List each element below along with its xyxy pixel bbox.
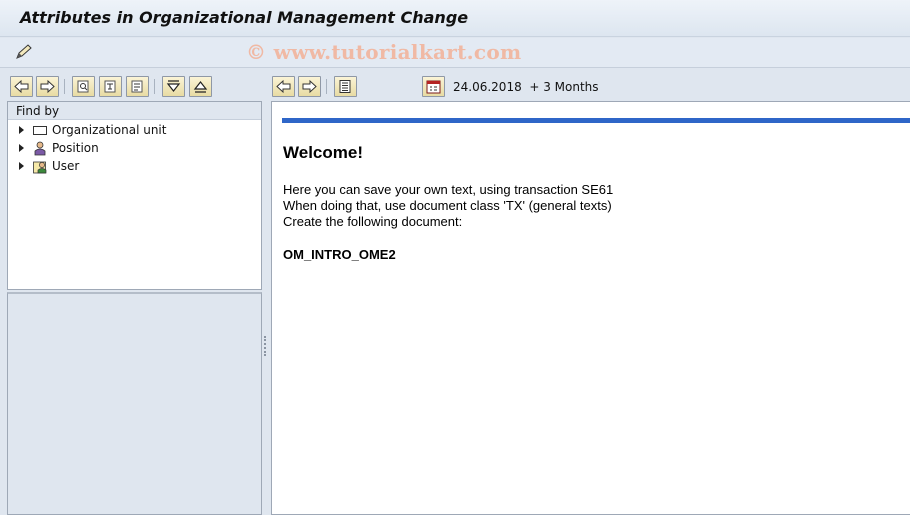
toolbar-separator xyxy=(326,79,327,94)
tree-item-position[interactable]: Position xyxy=(17,140,247,158)
window-title: Attributes in Organizational Management … xyxy=(20,8,469,27)
search-term-icon[interactable] xyxy=(126,76,149,97)
collapse-icon[interactable] xyxy=(189,76,212,97)
find-icon[interactable] xyxy=(72,76,95,97)
splitter-grip[interactable] xyxy=(264,336,267,356)
accent-divider xyxy=(282,118,910,123)
left-pane: Find by Organizational unit Position Use… xyxy=(7,74,262,515)
calendar-icon[interactable] xyxy=(422,76,445,97)
forward-icon[interactable] xyxy=(298,76,321,97)
expand-arrow-icon[interactable] xyxy=(19,144,24,152)
welcome-heading: Welcome! xyxy=(283,143,363,162)
find-by-header: Find by xyxy=(8,102,261,120)
find-by-panel: Find by Organizational unit Position Use… xyxy=(7,101,262,316)
welcome-content: Welcome! Here you can save your own text… xyxy=(271,101,910,515)
document-name: OM_INTRO_OME2 xyxy=(283,247,396,262)
key-date: 24.06.2018 + 3 Months xyxy=(453,80,599,94)
toolbar-separator xyxy=(154,79,155,94)
overview-icon[interactable] xyxy=(334,76,357,97)
title-bar: Attributes in Organizational Management … xyxy=(0,0,910,37)
position-icon xyxy=(32,141,49,156)
left-toolbar xyxy=(7,74,262,100)
right-toolbar: 24.06.2018 + 3 Months xyxy=(270,74,910,100)
find-by-label: Find by xyxy=(16,104,60,118)
tree-item-label: User xyxy=(52,159,80,173)
structure-search-icon[interactable] xyxy=(99,76,122,97)
right-pane: 24.06.2018 + 3 Months Welcome! Here you … xyxy=(270,74,910,515)
tree-item-user[interactable]: User xyxy=(17,158,247,176)
toolbar-separator xyxy=(64,79,65,94)
watermark: © www.tutorialkart.com xyxy=(246,40,522,64)
user-icon xyxy=(32,159,49,174)
info-line-1: Here you can save your own text, using t… xyxy=(283,182,614,197)
expand-arrow-icon[interactable] xyxy=(19,162,24,170)
back-icon[interactable] xyxy=(272,76,295,97)
period-value: + 3 Months xyxy=(529,80,599,94)
expand-arrow-icon[interactable] xyxy=(19,126,24,134)
date-value: 24.06.2018 xyxy=(453,80,522,94)
tree-item-label: Position xyxy=(52,141,99,155)
info-line-3: Create the following document: xyxy=(283,214,463,229)
expand-icon[interactable] xyxy=(162,76,185,97)
hit-list-panel xyxy=(7,292,262,515)
back-icon[interactable] xyxy=(10,76,33,97)
org-unit-icon xyxy=(32,123,49,138)
application-toolbar: © www.tutorialkart.com xyxy=(0,38,910,68)
tree-item-label: Organizational unit xyxy=(52,123,167,137)
tree-item-organizational-unit[interactable]: Organizational unit xyxy=(17,122,247,140)
vertical-splitter[interactable] xyxy=(262,74,270,515)
app-window: Attributes in Organizational Management … xyxy=(0,0,910,515)
info-line-2: When doing that, use document class 'TX'… xyxy=(283,198,612,213)
forward-icon[interactable] xyxy=(36,76,59,97)
pencil-icon[interactable] xyxy=(14,43,34,61)
